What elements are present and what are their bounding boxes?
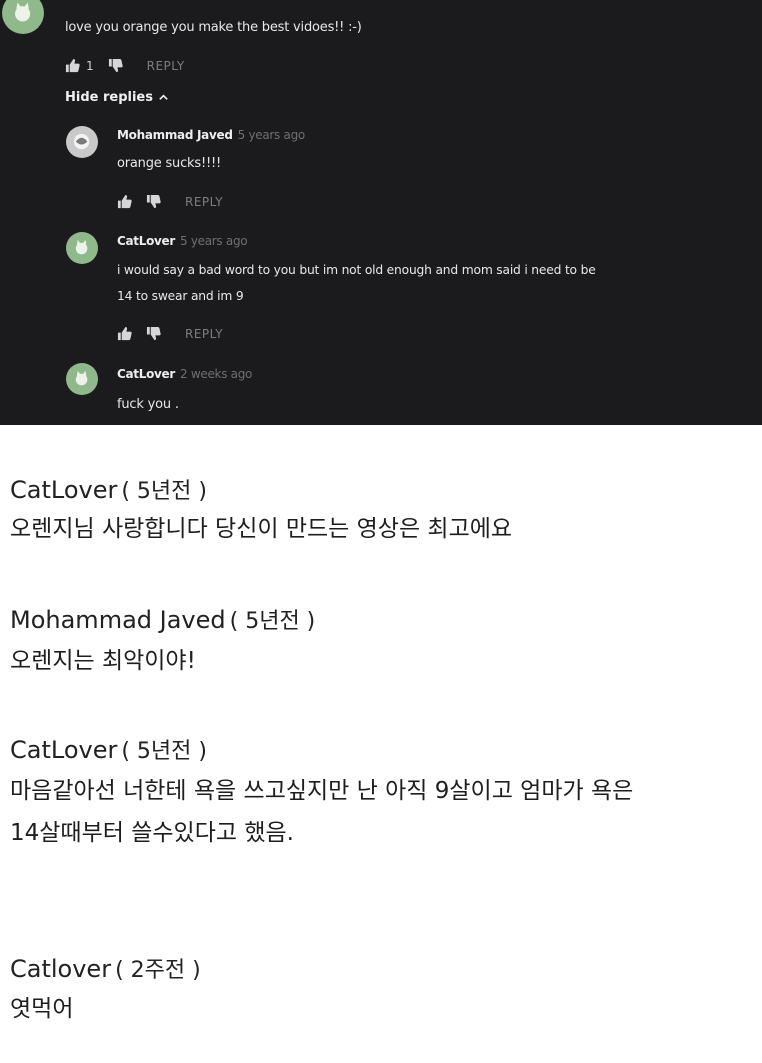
thumbs-up-icon	[65, 58, 80, 73]
dislike-button[interactable]	[146, 194, 161, 209]
translation-text-line: 14살때부터 쓸수있다고 했음.	[10, 820, 294, 846]
reply-text-line: 14 to swear and im 9	[117, 289, 244, 303]
translation-text-line: 마음같아선 너한테 욕을 쓰고싶지만 난 아직 9살이고 엄마가 욕은	[10, 778, 634, 804]
reply-text-line: i would say a bad word to you but im not…	[117, 263, 596, 277]
reply-text: fuck you .	[117, 397, 179, 412]
chevron-up-icon	[159, 94, 168, 100]
thumbs-up-icon	[117, 326, 132, 341]
comment-time: 5 years ago	[180, 234, 248, 248]
translation-author: CatLover( 5년전 )	[10, 473, 207, 505]
translation-author-name: Mohammad Javed	[10, 606, 226, 634]
hide-replies-label: Hide replies	[65, 90, 153, 105]
reply-text: orange sucks!!!!	[117, 156, 221, 171]
author-name[interactable]: CatLover	[117, 234, 175, 248]
translation-text: 오렌지는 최악이야!	[10, 648, 196, 674]
dislike-button[interactable]	[108, 58, 123, 73]
avatar[interactable]	[66, 232, 98, 264]
reply-button[interactable]: REPLY	[185, 195, 223, 209]
translation-author: CatLover( 5년전 )	[10, 733, 207, 765]
thumbs-down-icon	[146, 194, 161, 209]
reply-actions: REPLY	[117, 326, 223, 341]
thumbs-up-icon	[117, 194, 132, 209]
thumbs-down-icon	[108, 58, 123, 73]
translation-author-name: Catlover	[10, 955, 112, 983]
translation-time: ( 5년전 )	[121, 739, 207, 764]
thumbs-down-icon	[146, 326, 161, 341]
like-button[interactable]	[65, 58, 80, 73]
cat-avatar-icon	[76, 240, 88, 255]
reply-author: Mohammad Javed 5 years ago	[117, 128, 305, 142]
reply-button[interactable]: REPLY	[185, 327, 223, 341]
dislike-button[interactable]	[146, 326, 161, 341]
like-button[interactable]	[117, 194, 132, 209]
avatar[interactable]	[2, 0, 44, 34]
translation-author-name: CatLover	[10, 736, 118, 764]
cat-avatar-icon	[76, 371, 88, 386]
like-count: 1	[86, 58, 94, 73]
translation-time: ( 5년전 )	[121, 479, 207, 504]
translation-time: ( 2주전 )	[115, 958, 201, 983]
cat-avatar-icon	[15, 2, 31, 22]
hide-replies-button[interactable]: Hide replies	[65, 90, 169, 105]
comment-time: 5 years ago	[237, 128, 306, 142]
comment-text: love you orange you make the best vidoes…	[65, 20, 362, 35]
reply-author: CatLover 2 weeks ago	[117, 367, 252, 381]
default-avatar-icon	[74, 134, 90, 150]
comment-actions: 1 REPLY	[65, 58, 185, 73]
translation-text: 오렌지님 사랑합니다 당신이 만드는 영상은 최고에요	[10, 516, 513, 542]
avatar[interactable]	[66, 363, 98, 395]
reply-actions: REPLY	[117, 194, 223, 209]
translation-author-name: CatLover	[10, 476, 118, 504]
author-name[interactable]: Mohammad Javed	[117, 128, 233, 142]
translation-text: 엿먹어	[10, 996, 74, 1022]
comment-thread-screenshot: love you orange you make the best vidoes…	[0, 0, 762, 425]
comment-time: 2 weeks ago	[180, 367, 253, 381]
like-button[interactable]	[117, 326, 132, 341]
reply-button[interactable]: REPLY	[147, 59, 185, 73]
avatar[interactable]	[66, 126, 98, 158]
translation-author: Mohammad Javed( 5년전 )	[10, 603, 315, 635]
translation-author: Catlover( 2주전 )	[10, 952, 201, 984]
translation-time: ( 5년전 )	[229, 609, 316, 634]
reply-author: CatLover 5 years ago	[117, 234, 248, 248]
author-name[interactable]: CatLover	[117, 367, 175, 381]
